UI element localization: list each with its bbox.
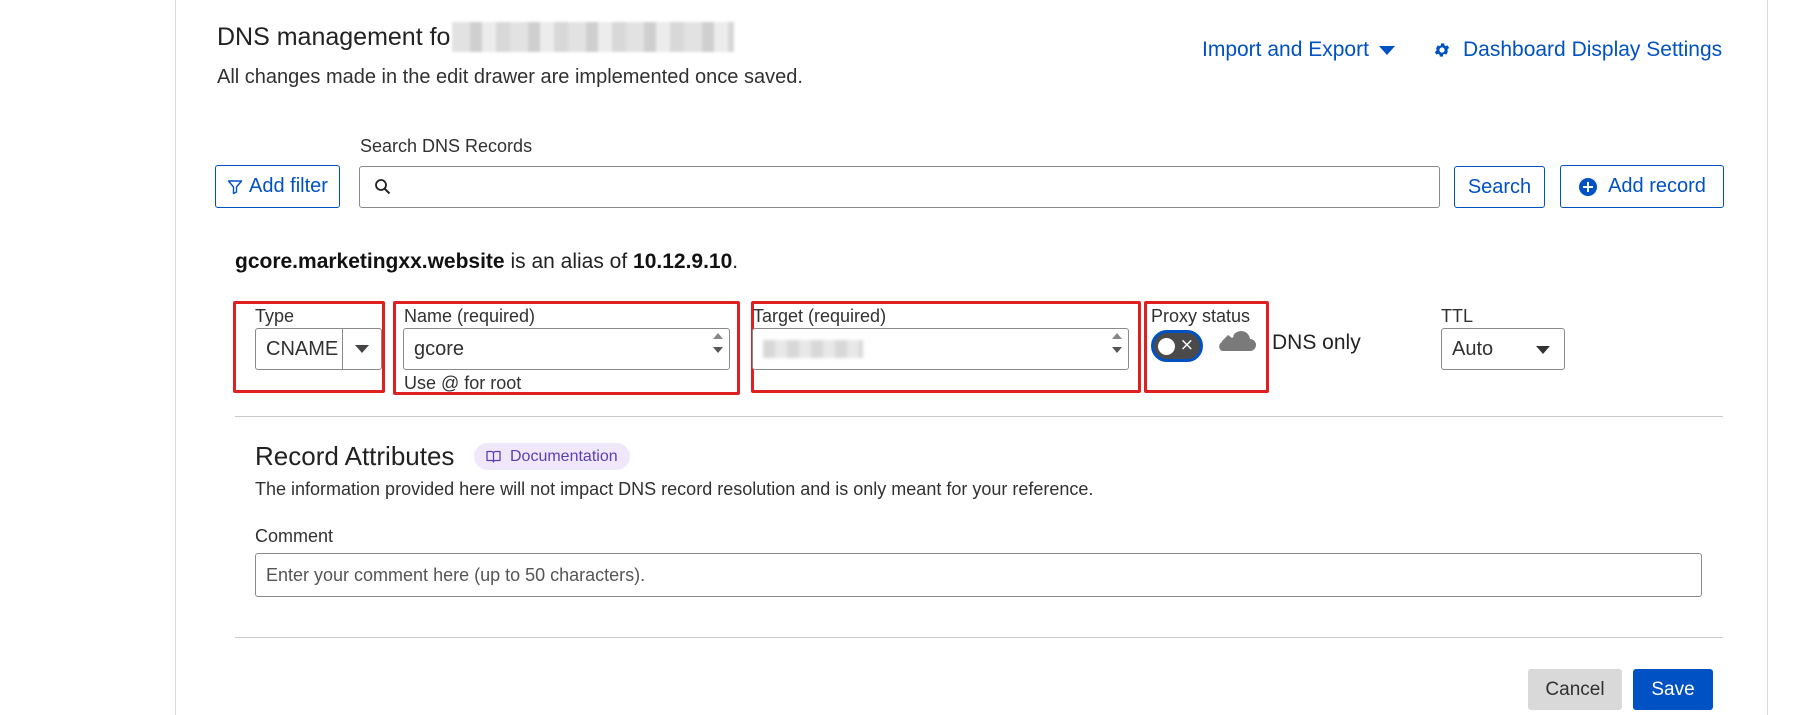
add-filter-label: Add filter: [249, 175, 328, 197]
dashboard-display-settings-label: Dashboard Display Settings: [1463, 38, 1723, 61]
proxy-status-label: Proxy status: [1151, 306, 1251, 326]
alias-middle-text: is an alias of: [504, 250, 634, 273]
ttl-value: Auto: [1452, 337, 1494, 360]
comment-placeholder: Enter your comment here (up to 50 charac…: [266, 564, 646, 585]
search-button[interactable]: Search: [1454, 166, 1545, 208]
page-title: DNS management fo: [217, 22, 735, 52]
proxy-status-text: DNS only: [1272, 331, 1361, 354]
spin-up-icon: [713, 333, 723, 339]
comment-field[interactable]: Enter your comment here (up to 50 charac…: [255, 553, 1702, 597]
spin-down-icon: [1112, 347, 1122, 353]
page-subtitle: All changes made in the edit drawer are …: [217, 66, 803, 88]
name-spinner[interactable]: [713, 333, 723, 353]
ttl-label: TTL: [1441, 306, 1474, 326]
spin-down-icon: [713, 347, 723, 353]
target-spinner[interactable]: [1112, 333, 1122, 353]
page-title-text: DNS management fo: [217, 22, 451, 51]
target-label: Target (required): [753, 306, 887, 326]
alias-hostname: gcore.marketingxx.website: [235, 250, 505, 273]
divider: [235, 637, 1723, 638]
cancel-button[interactable]: Cancel: [1528, 669, 1622, 710]
search-icon: [375, 179, 391, 195]
alias-target-ip: 10.12.9.10: [633, 250, 733, 273]
search-input[interactable]: [359, 166, 1440, 208]
ttl-select[interactable]: Auto: [1441, 328, 1565, 370]
target-field[interactable]: [752, 328, 1129, 370]
name-label: Name (required): [404, 306, 536, 326]
book-icon: [486, 450, 501, 463]
alias-end-text: .: [732, 250, 739, 273]
import-export-label: Import and Export: [1202, 38, 1369, 61]
toggle-knob: [1158, 338, 1175, 355]
comment-label: Comment: [255, 526, 334, 546]
import-export-menu[interactable]: Import and Export: [1202, 38, 1395, 62]
divider: [235, 416, 1723, 417]
redacted-target-value: [763, 340, 863, 358]
select-divider: [342, 329, 343, 369]
proxy-toggle[interactable]: ×: [1151, 330, 1203, 362]
save-button[interactable]: Save: [1633, 669, 1713, 710]
type-label: Type: [255, 306, 295, 326]
cloud-icon: [1214, 330, 1256, 351]
plus-circle-icon: [1579, 177, 1598, 196]
gear-icon: [1434, 43, 1450, 57]
record-attributes-description: The information provided here will not i…: [255, 479, 1094, 499]
name-value: gcore: [414, 337, 465, 360]
record-attributes-title: Record Attributes: [255, 441, 455, 471]
add-filter-button[interactable]: Add filter: [215, 165, 340, 208]
chevron-down-icon: [355, 345, 369, 353]
add-record-button[interactable]: Add record: [1560, 165, 1724, 208]
chevron-down-icon: [1536, 346, 1550, 354]
name-field[interactable]: gcore: [403, 328, 730, 370]
close-icon: ×: [1179, 335, 1194, 355]
name-hint: Use @ for root: [404, 373, 522, 393]
documentation-label: Documentation: [510, 447, 618, 465]
documentation-badge[interactable]: Documentation: [474, 443, 630, 470]
type-select[interactable]: CNAME: [255, 328, 382, 370]
dashboard-display-settings-link[interactable]: Dashboard Display Settings: [1433, 38, 1722, 62]
type-value: CNAME: [266, 337, 339, 360]
redacted-domain: [452, 22, 735, 52]
alias-info: gcore.marketingxx.website is an alias of…: [235, 250, 738, 274]
spin-up-icon: [1112, 333, 1122, 339]
filter-icon: [227, 179, 243, 194]
add-record-label: Add record: [1608, 175, 1706, 197]
search-label: Search DNS Records: [360, 136, 533, 156]
caret-down-icon: [1378, 45, 1395, 55]
